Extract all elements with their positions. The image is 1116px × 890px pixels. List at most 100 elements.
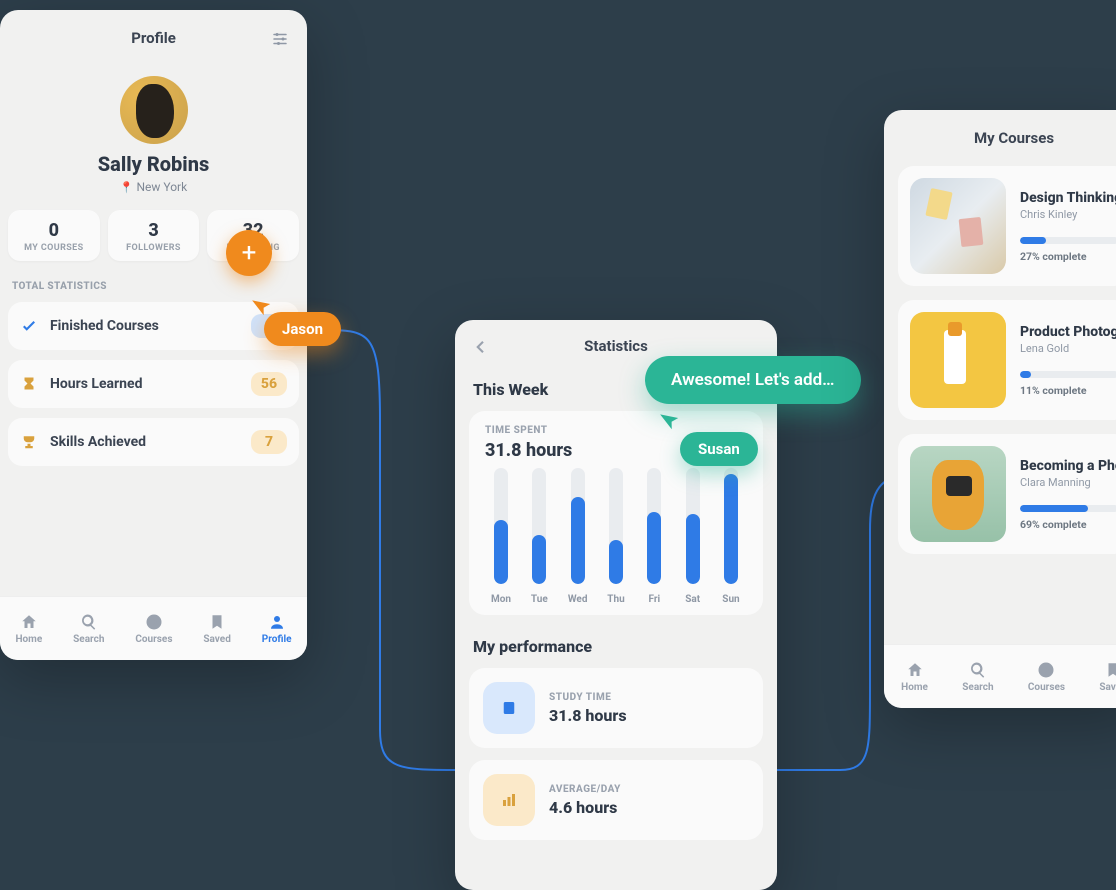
tab-search[interactable]: Search [73,612,104,646]
trophy-icon [20,432,38,452]
row-label: Hours Learned [50,376,239,392]
course-author: Lena Gold [1020,342,1116,355]
settings-sliders-icon[interactable] [271,28,289,48]
progress-label: 11% complete [1020,384,1116,397]
row-value: 7 [251,430,287,454]
play-circle-icon [1037,660,1055,680]
course-thumbnail [910,312,1006,408]
perf-text: STUDY TIME 31.8 hours [549,692,627,725]
screen-statistics: Statistics This Week TIME SPENT 31.8 hou… [455,320,777,890]
course-thumbnail [910,446,1006,542]
courses-title: My Courses [974,129,1054,147]
course-card[interactable]: Becoming a Photographer Clara Manning 69… [898,434,1116,554]
collaborator-tag-jason: Jason [264,312,341,346]
hourglass-icon [20,374,38,394]
weekly-bars-chart: Mon Tue Wed Thu Fri Sat Sun [485,475,747,605]
book-icon [483,682,535,734]
user-location: 📍 New York [0,180,307,194]
tab-label: Home [901,682,928,693]
progress-label: 27% complete [1020,250,1116,263]
tab-label: Saved [1099,682,1116,693]
tab-home[interactable]: Home [901,660,928,694]
tab-saved[interactable]: Saved [1099,660,1116,694]
perf-average-day[interactable]: AVERAGE/DAY 4.6 hours [469,760,763,840]
course-title: Product Photography [1020,324,1116,340]
bottom-tabbar: Home Search Courses Saved [884,644,1116,708]
tab-search[interactable]: Search [962,660,993,694]
stat-my-courses[interactable]: 0 MY COURSES [8,210,100,261]
profile-title: Profile [131,29,176,47]
screen-profile: Profile Sally Robins 📍 New York 0 MY COU… [0,10,307,660]
bar-thu: Thu [602,468,630,605]
bar-tue: Tue [525,468,553,605]
screen-my-courses: My Courses Design Thinking Chris Kinley … [884,110,1116,708]
location-pin-icon: 📍 [120,181,134,194]
perf-label: AVERAGE/DAY [549,784,621,795]
tab-label: Search [962,682,993,693]
course-info: Becoming a Photographer Clara Manning 69… [1020,458,1116,531]
row-skills-achieved[interactable]: Skills Achieved 7 [8,418,299,466]
search-icon [969,660,987,680]
course-thumbnail [910,178,1006,274]
avatar[interactable] [120,76,188,144]
tab-label: Profile [262,634,292,645]
bookmark-icon [208,612,226,632]
connector-profile-stats [300,310,480,780]
stats-title: Statistics [584,337,648,355]
back-icon[interactable] [471,336,489,357]
home-icon [906,660,924,680]
row-value: 56 [251,372,287,396]
check-icon [20,316,38,336]
tab-home[interactable]: Home [15,612,42,646]
bar-wed: Wed [564,468,592,605]
add-button[interactable]: + [226,230,272,276]
play-circle-icon [145,612,163,632]
row-hours-learned[interactable]: Hours Learned 56 [8,360,299,408]
bar-mon: Mon [487,468,515,605]
tab-profile[interactable]: Profile [262,612,292,646]
home-icon [20,612,38,632]
tab-label: Courses [135,634,172,645]
progress-bar [1020,371,1116,378]
row-label: Finished Courses [50,318,239,334]
bar-sun: Sun [717,468,745,605]
collaborator-tag-susan: Susan [680,432,758,466]
perf-study-time[interactable]: STUDY TIME 31.8 hours [469,668,763,748]
progress-bar [1020,505,1116,512]
my-performance-label: My performance [455,615,777,668]
stat-value: 3 [112,220,196,241]
stat-label: MY COURSES [12,243,96,253]
row-label: Skills Achieved [50,434,239,450]
tab-label: Search [73,634,104,645]
perf-value: 31.8 hours [549,706,627,725]
tab-courses[interactable]: Courses [135,612,172,646]
location-text: New York [136,180,187,194]
comment-bubble: Awesome! Let's add… [645,356,861,404]
bottom-tabbar: Home Search Courses Saved Profile [0,596,307,660]
stat-label: FOLLOWERS [112,243,196,253]
tab-label: Saved [203,634,230,645]
course-author: Clara Manning [1020,476,1116,489]
search-icon [80,612,98,632]
bar-fri: Fri [640,468,668,605]
progress-label: 69% complete [1020,518,1116,531]
stat-followers[interactable]: 3 FOLLOWERS [108,210,200,261]
course-title: Becoming a Photographer [1020,458,1116,474]
tab-saved[interactable]: Saved [203,612,230,646]
perf-value: 4.6 hours [549,798,621,817]
profile-header: Profile [0,10,307,66]
user-icon [268,612,286,632]
tab-label: Courses [1028,682,1065,693]
profile-stat-list: Finished Courses 3 Hours Learned 56 Skil… [0,302,307,466]
progress-bar [1020,237,1116,244]
course-card[interactable]: Product Photography Lena Gold 11% comple… [898,300,1116,420]
stat-value: 0 [12,220,96,241]
tab-courses[interactable]: Courses [1028,660,1065,694]
course-author: Chris Kinley [1020,208,1116,221]
course-info: Design Thinking Chris Kinley 27% complet… [1020,190,1116,263]
tab-label: Home [15,634,42,645]
course-card[interactable]: Design Thinking Chris Kinley 27% complet… [898,166,1116,286]
bar-chart-icon [483,774,535,826]
bar-sat: Sat [679,468,707,605]
courses-header: My Courses [884,110,1116,166]
